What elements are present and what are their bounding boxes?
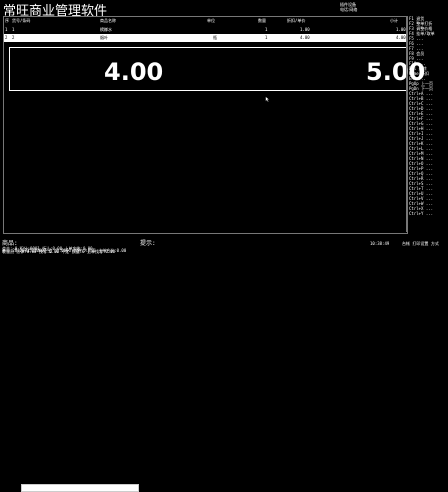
total-display: 4.00 5.00 (9, 47, 425, 91)
col-idx: 序 (5, 18, 9, 23)
sales-grid: 序 货号/条码 商品名称 单位 数量 折扣/单价 小计 1 1 槟榔水 1 1.… (3, 16, 425, 234)
col-name: 商品名称 (100, 18, 116, 23)
top-right-line2: 电话:网络 (340, 7, 358, 12)
col-qty: 数量 (258, 18, 266, 23)
grid-header: 序 货号/条码 商品名称 单位 数量 折扣/单价 小计 (4, 17, 407, 25)
time-display: 10:38:49 (370, 241, 390, 246)
col-unit: 单位 (207, 18, 215, 23)
col-code: 货号/条码 (12, 18, 31, 23)
shortcut-sidebar: F1 退货 F2 整单打折 F3 调整价格 F4 挂单/取单 F5 ... F6… (406, 16, 448, 232)
side-item[interactable]: Ctrl+Y ... (409, 211, 448, 216)
mouse-cursor-icon (265, 96, 270, 102)
big-left-amount: 4.00 (104, 58, 164, 86)
top-right-info: 插件设备 电话:网络 (340, 2, 357, 12)
table-row[interactable]: 2 2 烟叶 瓶 1 4.00 4.00 (4, 34, 407, 42)
table-row[interactable]: 1 1 槟榔水 1 1.00 1.00 (4, 26, 407, 34)
search-input[interactable] (21, 484, 139, 492)
prompt-label: 提示: (140, 240, 156, 247)
col-subtotal: 小计 (390, 18, 398, 23)
col-price: 折扣/单价 (287, 18, 306, 23)
status-right: 台帐 打印设置 方式 (402, 241, 439, 246)
